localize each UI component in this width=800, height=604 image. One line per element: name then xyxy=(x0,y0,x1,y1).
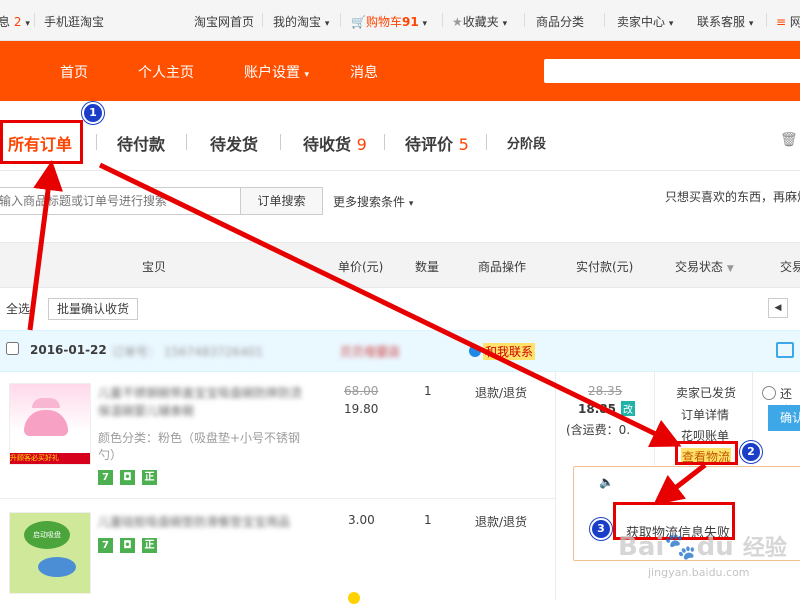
paw-icon: 🐾 xyxy=(664,532,697,562)
step-badge: 1 xyxy=(82,102,104,124)
highlight-all-orders xyxy=(0,120,83,164)
step-badge: 3 xyxy=(590,518,612,540)
highlight-view-logistics xyxy=(675,441,738,465)
arrow-to-view-logistics xyxy=(98,162,682,447)
step-badge: 2 xyxy=(740,441,762,463)
watermark-url: jingyan.baidu.com xyxy=(648,566,750,579)
face-icon xyxy=(348,592,360,604)
arrow-to-all-orders xyxy=(27,160,63,331)
baidu-watermark: Bai🐾du 经验 xyxy=(618,532,787,562)
arrow-to-error xyxy=(653,463,707,506)
